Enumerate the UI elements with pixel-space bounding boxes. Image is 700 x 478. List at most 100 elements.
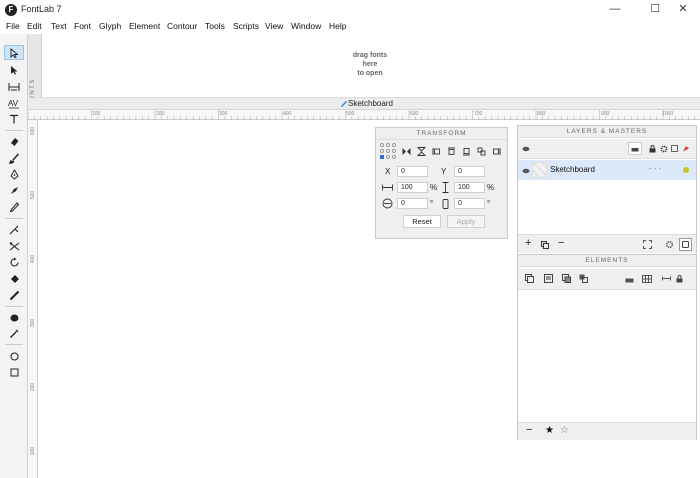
panel-menu-button[interactable] (679, 238, 692, 251)
menu-window[interactable]: Window (291, 21, 321, 31)
menu-file[interactable]: File (6, 21, 20, 31)
metrics-icon (8, 82, 20, 91)
ruler-label: 600 (410, 111, 419, 117)
fill-tool[interactable] (4, 272, 24, 287)
reset-button[interactable]: Reset (403, 215, 441, 228)
menu-text[interactable]: Text (51, 21, 67, 31)
rectangle-tool[interactable] (4, 365, 24, 380)
menu-element[interactable]: Element (129, 21, 160, 31)
pencil-icon (9, 202, 19, 212)
menu-tools[interactable]: Tools (205, 21, 225, 31)
align-top-icon[interactable] (446, 146, 456, 156)
text-tool[interactable] (4, 111, 24, 126)
origin-selector[interactable] (380, 143, 396, 159)
apply-button[interactable]: Apply (447, 215, 485, 228)
eye-icon[interactable] (521, 144, 530, 153)
menu-scripts[interactable]: Scripts (233, 21, 259, 31)
element-reference-icon[interactable] (561, 273, 572, 284)
layer-color-dot[interactable] (683, 167, 689, 173)
element-copy-icon[interactable] (524, 273, 535, 284)
font-drop-area[interactable]: drag fonts here to open (42, 34, 700, 98)
align-bottom-icon[interactable] (461, 146, 471, 156)
remove-element-button[interactable]: − (526, 424, 532, 436)
eye-icon[interactable] (521, 166, 530, 175)
brush-icon (8, 153, 19, 164)
ruler-label: 800 (537, 111, 546, 117)
rotate-tool[interactable] (4, 255, 24, 270)
rotate-icon (9, 257, 19, 267)
square-outline-icon[interactable] (670, 144, 679, 153)
document-tab-bar: Sketchboard (28, 98, 700, 110)
kerning-tool[interactable]: AV (4, 96, 24, 111)
gear-icon[interactable] (664, 239, 675, 250)
remove-layer-button[interactable]: − (558, 237, 564, 249)
slant-input[interactable]: 0 (454, 198, 485, 209)
pen-tool[interactable] (4, 167, 24, 182)
ruler-label: 200 (30, 382, 37, 392)
ellipse-tool[interactable] (4, 349, 24, 364)
knife-tool[interactable] (4, 222, 24, 237)
contour-tool[interactable] (4, 45, 24, 60)
eyedropper-tool[interactable] (4, 326, 24, 341)
ruler-label: 300 (30, 318, 37, 328)
rotate-unit: ° (430, 199, 434, 208)
menu-contour[interactable]: Contour (167, 21, 197, 31)
link-icon[interactable] (661, 273, 671, 284)
star-filled-icon[interactable]: ★ (545, 425, 554, 436)
menu-glyph[interactable]: Glyph (99, 21, 121, 31)
eyedropper-icon (9, 329, 18, 338)
scissors-tool[interactable] (4, 239, 24, 254)
x-input[interactable]: 0 (397, 166, 428, 177)
menu-view[interactable]: View (265, 21, 283, 31)
flip-vertical-icon[interactable] (416, 146, 426, 156)
duplicate-layer-icon[interactable] (540, 240, 549, 249)
y-input[interactable]: 0 (454, 166, 485, 177)
layers-masters-panel: LAYERS & MASTERS Sketchboard - - - + − (517, 125, 697, 253)
gear-icon[interactable] (659, 144, 668, 153)
grid-view-icon[interactable] (641, 273, 653, 284)
element-paste-icon[interactable] (543, 273, 554, 284)
menu-help[interactable]: Help (329, 21, 346, 31)
element-tool[interactable] (4, 62, 24, 77)
lock-icon[interactable] (674, 273, 684, 284)
expand-icon[interactable] (642, 239, 653, 250)
height-input[interactable]: 100 (454, 182, 485, 193)
width-input[interactable]: 100 (397, 182, 428, 193)
align-left-icon[interactable] (431, 146, 441, 156)
distribute-icon[interactable] (476, 146, 486, 156)
eraser-tool[interactable] (4, 134, 24, 149)
element-group-icon[interactable] (578, 273, 589, 284)
pen-icon (9, 169, 19, 180)
ruler-label: 500 (30, 190, 37, 200)
lock-icon[interactable] (648, 144, 657, 153)
contour-pointer-icon (10, 47, 19, 58)
add-layer-button[interactable]: + (525, 237, 531, 249)
align-right-icon[interactable] (491, 146, 501, 156)
close-button[interactable]: ✕ (666, 0, 700, 20)
menu-edit[interactable]: Edit (27, 21, 42, 31)
minimize-button[interactable]: — (598, 0, 632, 20)
rotate-input[interactable]: 0 (397, 198, 428, 209)
fonts-panel-tab[interactable]: FONTS (28, 34, 42, 106)
layer-view-toggle[interactable] (628, 142, 642, 155)
pencil-tool[interactable] (4, 199, 24, 214)
rapid-tool[interactable] (4, 183, 24, 198)
knife-icon (9, 225, 18, 235)
window-title: FontLab 7 (21, 4, 62, 14)
menu-font[interactable]: Font (74, 21, 91, 31)
brush-tool[interactable] (4, 151, 24, 166)
hand-icon (10, 314, 18, 322)
slant-unit: ° (487, 199, 491, 208)
hand-tool[interactable] (4, 310, 24, 325)
tab-sketchboard[interactable]: Sketchboard (340, 99, 393, 108)
rapid-pen-icon (10, 187, 18, 194)
flip-horizontal-icon[interactable] (401, 146, 411, 156)
measure-tool[interactable] (4, 288, 24, 303)
elements-title: ELEMENTS (518, 255, 696, 267)
star-outline-icon[interactable]: ☆ (560, 425, 569, 436)
color-flag-icon[interactable] (681, 144, 690, 153)
vertical-ruler: 600 500 400 300 200 100 (28, 120, 38, 478)
metrics-tool[interactable] (4, 79, 24, 94)
element-view-icon[interactable] (623, 273, 635, 284)
layer-row[interactable]: Sketchboard - - - (518, 160, 696, 180)
